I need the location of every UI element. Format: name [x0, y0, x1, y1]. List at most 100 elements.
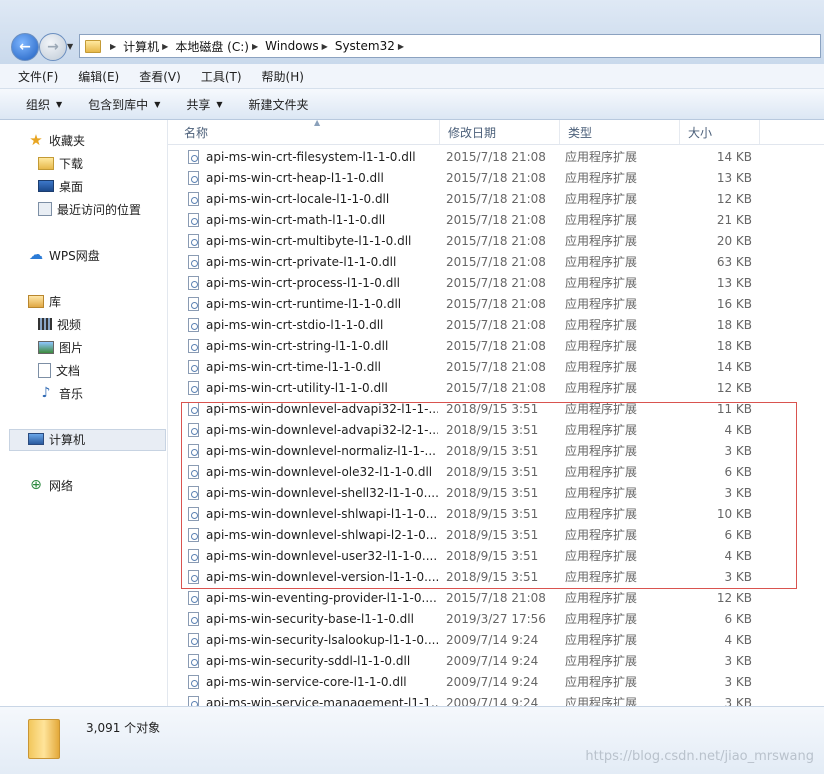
include-in-library-label: 包含到库中 — [88, 97, 149, 112]
column-header-size[interactable]: 大小 — [680, 120, 760, 144]
chevron-right-icon[interactable]: ▶ — [162, 42, 168, 51]
nav-label: 桌面 — [59, 179, 84, 194]
menu-help[interactable]: 帮助(H) — [262, 68, 313, 85]
chevron-right-icon[interactable]: ▶ — [398, 42, 404, 51]
breadcrumb-item[interactable]: 计算机 ▶ — [123, 38, 175, 55]
nav-label: WPS网盘 — [49, 248, 100, 263]
chevron-right-icon[interactable]: ▶ — [322, 42, 328, 51]
table-row[interactable]: api-ms-win-crt-stdio-l1-1-0.dll 2015/7/18… — [168, 315, 824, 336]
dll-file-icon — [188, 276, 199, 290]
file-type: 应用程序扩展 — [565, 402, 638, 416]
network-icon: ⊕ — [30, 477, 42, 493]
file-date: 2015/7/18 21:08 — [446, 255, 546, 269]
table-row[interactable]: api-ms-win-eventing-provider-l1-1-0.... 2… — [168, 588, 824, 609]
nav-favorites[interactable]: ★ 收藏夹 — [28, 130, 85, 150]
table-row[interactable]: api-ms-win-downlevel-advapi32-l2-1-... 20… — [168, 420, 824, 441]
file-type: 应用程序扩展 — [565, 444, 638, 458]
table-row[interactable]: api-ms-win-crt-string-l1-1-0.dll 2015/7/1… — [168, 336, 824, 357]
new-folder-button[interactable]: 新建文件夹 — [249, 96, 309, 113]
nav-label: 图片 — [59, 340, 84, 355]
table-row[interactable]: api-ms-win-crt-time-l1-1-0.dll 2015/7/18 … — [168, 357, 824, 378]
breadcrumb-item[interactable]: 本地磁盘 (C:) ▶ — [175, 38, 265, 55]
file-type: 应用程序扩展 — [565, 234, 638, 248]
chevron-right-icon[interactable]: ▶ — [110, 42, 116, 51]
file-type: 应用程序扩展 — [565, 591, 638, 605]
history-dropdown-icon[interactable]: ▼ — [67, 42, 73, 51]
nav-videos[interactable]: 视频 — [38, 314, 81, 334]
table-row[interactable]: api-ms-win-crt-private-l1-1-0.dll 2015/7/… — [168, 252, 824, 273]
table-row[interactable]: api-ms-win-downlevel-ole32-l1-1-0.dll 201… — [168, 462, 824, 483]
nav-wps-cloud[interactable]: ☁ WPS网盘 — [28, 245, 100, 265]
share-button[interactable]: 共享 ▼ — [186, 96, 222, 113]
star-icon: ★ — [29, 131, 43, 149]
file-name: api-ms-win-crt-time-l1-1-0.dll — [206, 360, 381, 374]
file-size: 6 KB — [724, 465, 752, 479]
nav-computer[interactable]: 计算机 — [28, 429, 85, 449]
file-name: api-ms-win-service-management-l1-1... — [206, 696, 438, 706]
menu-tools[interactable]: 工具(T) — [201, 68, 251, 85]
breadcrumb: ▶ — [107, 42, 123, 51]
nav-recent-places[interactable]: 最近访问的位置 — [38, 199, 141, 219]
nav-network[interactable]: ⊕ 网络 — [28, 475, 73, 495]
table-row[interactable]: api-ms-win-downlevel-normaliz-l1-1-... 20… — [168, 441, 824, 462]
menu-file[interactable]: 文件(F) — [0, 68, 67, 85]
table-row[interactable]: api-ms-win-security-base-l1-1-0.dll 2019/… — [168, 609, 824, 630]
table-row[interactable]: api-ms-win-downlevel-shlwapi-l2-1-0.... 2… — [168, 525, 824, 546]
column-header-name[interactable]: 名称 ▲ — [176, 120, 440, 144]
table-row[interactable]: api-ms-win-crt-filesystem-l1-1-0.dll 2015… — [168, 147, 824, 168]
breadcrumb-item[interactable]: System32 ▶ — [335, 39, 411, 53]
chevron-right-icon[interactable]: ▶ — [252, 42, 258, 51]
nav-libraries[interactable]: 库 — [28, 291, 61, 311]
file-size: 63 KB — [716, 255, 752, 269]
file-date: 2018/9/15 3:51 — [446, 486, 539, 500]
computer-icon — [28, 433, 44, 445]
table-row[interactable]: api-ms-win-downlevel-version-l1-1-0.... 2… — [168, 567, 824, 588]
forward-button[interactable]: → — [39, 33, 67, 61]
nav-documents[interactable]: 文档 — [38, 360, 80, 380]
table-row[interactable]: api-ms-win-security-lsalookup-l1-1-0....… — [168, 630, 824, 651]
dll-file-icon — [188, 423, 199, 437]
column-header-date[interactable]: 修改日期 — [440, 120, 560, 144]
table-row[interactable]: api-ms-win-downlevel-user32-l1-1-0.... 20… — [168, 546, 824, 567]
table-row[interactable]: api-ms-win-downlevel-shlwapi-l1-1-0.... 2… — [168, 504, 824, 525]
dll-file-icon — [188, 549, 199, 563]
table-row[interactable]: api-ms-win-security-sddl-l1-1-0.dll 2009/… — [168, 651, 824, 672]
file-type: 应用程序扩展 — [565, 696, 638, 706]
table-row[interactable]: api-ms-win-crt-process-l1-1-0.dll 2015/7/… — [168, 273, 824, 294]
file-size: 10 KB — [716, 507, 752, 521]
table-row[interactable]: api-ms-win-crt-utility-l1-1-0.dll 2015/7/… — [168, 378, 824, 399]
breadcrumb-item[interactable]: Windows ▶ — [265, 39, 335, 53]
nav-music[interactable]: ♪ 音乐 — [38, 383, 83, 403]
back-button[interactable]: ← — [11, 33, 39, 61]
menu-edit[interactable]: 编辑(E) — [78, 68, 128, 85]
breadcrumb-label: System32 — [334, 39, 395, 53]
include-in-library-button[interactable]: 包含到库中 ▼ — [88, 96, 160, 113]
nav-label: 音乐 — [59, 386, 84, 401]
address-bar[interactable]: ▶ 计算机 ▶ 本地磁盘 (C:) ▶ Windows ▶ System32 ▶ — [79, 34, 821, 58]
column-header-type[interactable]: 类型 — [560, 120, 680, 144]
table-row[interactable]: api-ms-win-downlevel-advapi32-l1-1-... 20… — [168, 399, 824, 420]
file-name: api-ms-win-crt-filesystem-l1-1-0.dll — [206, 150, 416, 164]
address-bar-area: ← → ▼ ▶ 计算机 ▶ 本地磁盘 (C:) ▶ Windows ▶ System3… — [0, 0, 824, 64]
table-row[interactable]: api-ms-win-crt-runtime-l1-1-0.dll 2015/7/… — [168, 294, 824, 315]
music-note-icon: ♪ — [41, 385, 51, 401]
column-header-label: 名称 — [184, 125, 209, 140]
table-row[interactable]: api-ms-win-service-core-l1-1-0.dll 2009/7… — [168, 672, 824, 693]
file-date: 2018/9/15 3:51 — [446, 570, 539, 584]
nav-pictures[interactable]: 图片 — [38, 337, 83, 357]
nav-desktop[interactable]: 桌面 — [38, 176, 83, 196]
table-row[interactable]: api-ms-win-crt-locale-l1-1-0.dll 2015/7/1… — [168, 189, 824, 210]
table-row[interactable]: api-ms-win-crt-heap-l1-1-0.dll 2015/7/18 … — [168, 168, 824, 189]
file-type: 应用程序扩展 — [565, 171, 638, 185]
video-icon — [38, 318, 52, 330]
nav-downloads[interactable]: 下载 — [38, 153, 83, 173]
table-row[interactable]: api-ms-win-downlevel-shell32-l1-1-0.... 2… — [168, 483, 824, 504]
nav-label: 视频 — [57, 317, 82, 332]
table-row[interactable]: api-ms-win-service-management-l1-1... 200… — [168, 693, 824, 706]
file-date: 2018/9/15 3:51 — [446, 465, 539, 479]
menu-view[interactable]: 查看(V) — [139, 68, 190, 85]
organize-button[interactable]: 组织 ▼ — [26, 96, 62, 113]
table-row[interactable]: api-ms-win-crt-math-l1-1-0.dll 2015/7/18 … — [168, 210, 824, 231]
table-row[interactable]: api-ms-win-crt-multibyte-l1-1-0.dll 2015/… — [168, 231, 824, 252]
file-size: 13 KB — [716, 171, 752, 185]
